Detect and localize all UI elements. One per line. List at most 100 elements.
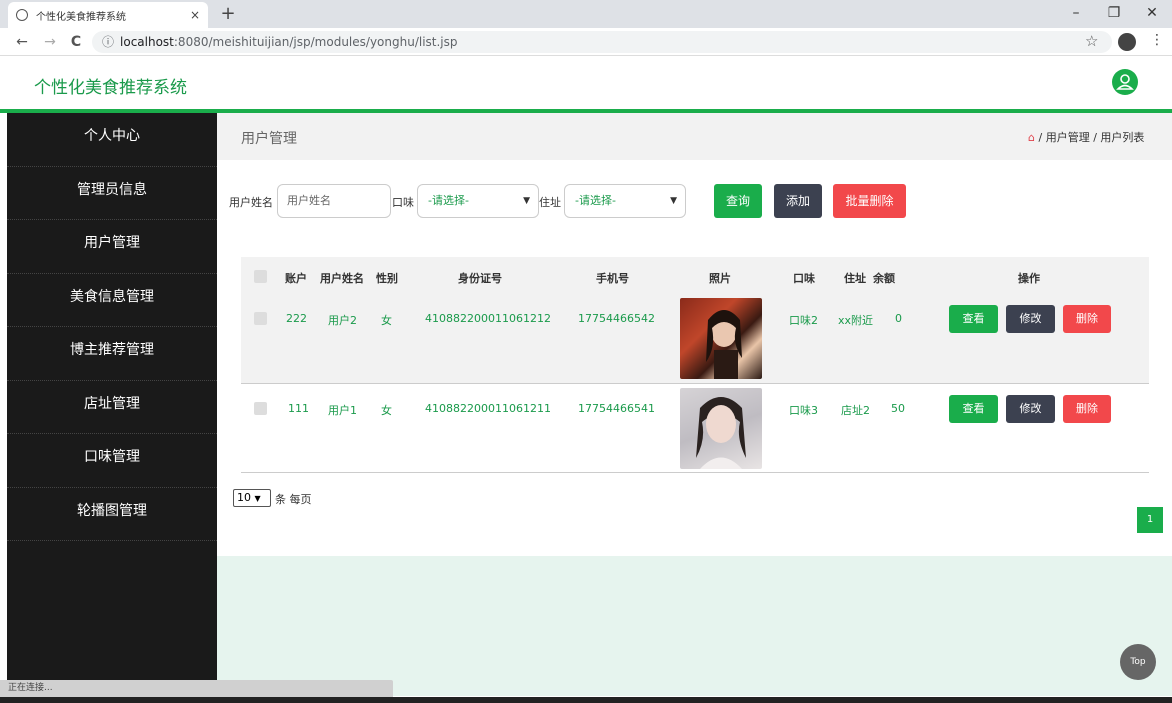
taste-select-value: -请选择- xyxy=(428,194,469,207)
breadcrumb-level2: 用户列表 xyxy=(1100,131,1145,144)
col-header-account: 账户 xyxy=(285,272,307,285)
url-field[interactable]: ⓘ localhost:8080/meishituijian/jsp/module… xyxy=(92,31,1112,53)
cell-id-number: 410882200011061211 xyxy=(425,402,551,415)
page-size-label: 条 每页 xyxy=(275,493,312,506)
url-host: localhost xyxy=(120,35,174,49)
col-header-phone: 手机号 xyxy=(596,272,629,285)
back-icon[interactable]: ← xyxy=(12,32,32,52)
info-icon[interactable]: ⓘ xyxy=(102,35,114,49)
sidebar-item-carousel[interactable]: 轮播图管理 xyxy=(7,488,217,541)
url-path: :8080/meishituijian/jsp/modules/yonghu/l… xyxy=(173,35,458,49)
sidebar-item-label: 个人中心 xyxy=(84,128,140,144)
address-select-value: -请选择- xyxy=(575,194,616,207)
col-header-gender: 性别 xyxy=(376,272,398,285)
sidebar-item-food-info[interactable]: 美食信息管理 xyxy=(7,274,217,327)
edit-button[interactable]: 修改 xyxy=(1006,395,1055,423)
cell-balance: 50 xyxy=(891,402,905,415)
col-header-balance: 余额 xyxy=(873,272,895,285)
sidebar-item-label: 博主推荐管理 xyxy=(70,342,154,358)
cell-id-number: 410882200011061212 xyxy=(425,312,551,325)
delete-button[interactable]: 删除 xyxy=(1063,305,1111,333)
cell-name: 用户1 xyxy=(328,404,357,417)
col-header-address: 住址 xyxy=(844,272,866,285)
browser-account-icon[interactable] xyxy=(1118,33,1136,51)
sidebar-item-personal-center[interactable]: 个人中心 xyxy=(7,113,217,167)
app-brand: 个性化美食推荐系统 xyxy=(34,78,187,98)
cell-gender: 女 xyxy=(381,404,392,417)
footer-area xyxy=(217,556,1172,696)
page-title: 用户管理 xyxy=(241,131,297,147)
sidebar-item-taste[interactable]: 口味管理 xyxy=(7,434,217,488)
delete-button[interactable]: 删除 xyxy=(1063,395,1111,423)
cell-address: 店址2 xyxy=(841,404,870,417)
chevron-down-icon: ▼ xyxy=(254,494,261,503)
user-photo[interactable] xyxy=(680,388,762,469)
portrait-image xyxy=(706,310,742,379)
page-size-select[interactable]: 10 ▼ xyxy=(233,489,271,507)
user-avatar-icon[interactable] xyxy=(1112,69,1138,95)
row-checkbox[interactable] xyxy=(254,402,267,415)
cell-name: 用户2 xyxy=(328,314,357,327)
back-to-top-button[interactable]: Top xyxy=(1120,644,1156,680)
bookmark-star-icon[interactable]: ☆ xyxy=(1085,32,1098,50)
breadcrumb-separator: / xyxy=(1038,131,1043,144)
address-bar-row: ← → C ⓘ localhost:8080/meishituijian/jsp/… xyxy=(0,28,1172,56)
col-header-photo: 照片 xyxy=(709,272,731,285)
page-number-button[interactable]: 1 xyxy=(1137,507,1163,533)
address-label: 住址 xyxy=(539,196,561,209)
sidebar-item-label: 管理员信息 xyxy=(77,181,147,198)
user-icon xyxy=(1116,74,1134,90)
cell-gender: 女 xyxy=(381,314,392,327)
reload-icon[interactable]: C xyxy=(66,32,86,52)
cell-phone: 17754466541 xyxy=(578,402,655,415)
taste-label: 口味 xyxy=(392,196,414,209)
view-button[interactable]: 查看 xyxy=(949,395,998,423)
sidebar-item-label: 口味管理 xyxy=(84,449,140,465)
restore-button[interactable]: ❐ xyxy=(1094,0,1134,28)
taste-select[interactable]: -请选择- ▼ xyxy=(417,184,539,218)
sidebar: 个人中心 管理员信息 用户管理 美食信息管理 博主推荐管理 店址管理 口味管理 … xyxy=(7,113,217,683)
cell-account: 111 xyxy=(288,402,309,415)
minimize-button[interactable]: – xyxy=(1056,0,1096,28)
query-button[interactable]: 查询 xyxy=(714,184,762,218)
os-taskbar xyxy=(0,697,1172,703)
chevron-down-icon: ▼ xyxy=(523,196,530,206)
name-search-placeholder: 用户姓名 xyxy=(287,194,331,207)
home-icon[interactable]: ⌂ xyxy=(1028,131,1035,144)
edit-button[interactable]: 修改 xyxy=(1006,305,1055,333)
breadcrumb-level1[interactable]: 用户管理 xyxy=(1046,131,1090,144)
view-button[interactable]: 查看 xyxy=(949,305,998,333)
cell-taste: 口味2 xyxy=(789,314,818,327)
sidebar-item-label: 美食信息管理 xyxy=(70,288,154,305)
batch-delete-button[interactable]: 批量删除 xyxy=(833,184,906,218)
sidebar-item-admin-info[interactable]: 管理员信息 xyxy=(7,167,217,220)
address-select[interactable]: -请选择- ▼ xyxy=(564,184,686,218)
tab-close-icon[interactable]: × xyxy=(190,8,200,22)
sidebar-item-blogger-recommend[interactable]: 博主推荐管理 xyxy=(7,327,217,381)
user-photo[interactable] xyxy=(680,298,762,379)
name-search-input[interactable]: 用户姓名 xyxy=(277,184,391,218)
add-button[interactable]: 添加 xyxy=(774,184,822,218)
select-all-checkbox[interactable] xyxy=(254,270,267,283)
sidebar-item-store-address[interactable]: 店址管理 xyxy=(7,381,217,434)
cell-balance: 0 xyxy=(895,312,902,325)
app-header: 个性化美食推荐系统 xyxy=(0,57,1172,109)
browser-tab[interactable]: 个性化美食推荐系统 × xyxy=(8,2,208,28)
col-header-taste: 口味 xyxy=(793,272,815,285)
name-label: 用户姓名 xyxy=(229,196,273,209)
cell-phone: 17754466542 xyxy=(578,312,655,325)
new-tab-button[interactable]: + xyxy=(218,2,238,26)
browser-menu-icon[interactable]: ⋮ xyxy=(1150,32,1164,48)
site-icon xyxy=(16,9,28,21)
portrait-image xyxy=(696,397,746,469)
row-checkbox[interactable] xyxy=(254,312,267,325)
sidebar-item-label: 轮播图管理 xyxy=(77,502,147,519)
close-window-button[interactable]: ✕ xyxy=(1132,0,1172,28)
tab-title: 个性化美食推荐系统 xyxy=(36,11,126,23)
page-size-value: 10 xyxy=(237,491,251,504)
sidebar-item-user-management[interactable]: 用户管理 xyxy=(7,220,217,274)
browser-status-bar: 正在连接... xyxy=(0,680,393,697)
sidebar-item-label: 店址管理 xyxy=(84,395,140,412)
col-header-actions: 操作 xyxy=(1018,272,1040,285)
forward-icon[interactable]: → xyxy=(40,32,60,52)
